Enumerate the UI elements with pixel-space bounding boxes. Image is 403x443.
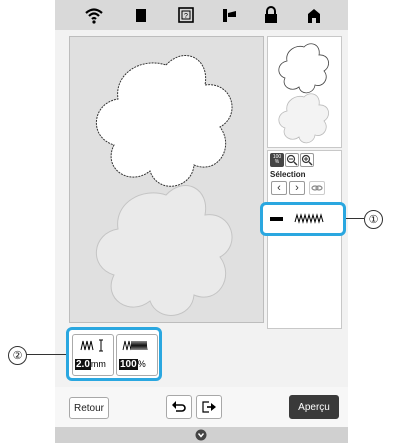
document-icon[interactable]	[130, 5, 152, 25]
export-arrow-icon	[202, 401, 216, 413]
stitch-width-icon	[80, 339, 103, 352]
wifi-icon[interactable]	[83, 5, 105, 25]
stitch-density-icon	[122, 340, 148, 351]
zoom-in-icon	[301, 154, 313, 166]
chevron-right-icon: ›	[295, 182, 299, 194]
stitch-width-button[interactable]: 2.0mm	[72, 334, 114, 376]
zoom-in-button[interactable]	[300, 153, 314, 167]
next-selection-button[interactable]: ›	[289, 181, 305, 195]
stitch-width-unit: mm	[90, 359, 106, 369]
selection-label: Sélection	[270, 170, 306, 179]
help-icon[interactable]: ?	[175, 5, 197, 25]
chevron-left-icon: ‹	[277, 182, 281, 194]
zoom-out-icon	[286, 154, 298, 166]
zoom-out-button[interactable]	[285, 153, 299, 167]
stitch-width-value: 2.0	[75, 359, 91, 370]
callout-2: ②	[8, 346, 27, 365]
stitch-density-value: 100	[119, 359, 138, 370]
back-button[interactable]: Retour	[69, 397, 109, 419]
callout-1: ①	[364, 210, 383, 229]
bottom-nav-bar	[55, 427, 348, 443]
side-panel: 100 % Sélection ‹ ›	[267, 150, 342, 329]
export-button[interactable]	[196, 395, 222, 419]
undo-button[interactable]	[166, 395, 192, 419]
previous-selection-button[interactable]: ‹	[271, 181, 287, 195]
link-button[interactable]	[309, 181, 325, 195]
running-stitch-icon	[270, 217, 283, 221]
zoom-100-button[interactable]: 100 %	[270, 153, 284, 167]
home-icon[interactable]	[303, 5, 325, 25]
lock-icon[interactable]	[260, 5, 282, 25]
collapse-arrow-icon[interactable]	[195, 429, 207, 441]
stitch-density-button[interactable]: 100%	[116, 334, 158, 376]
stitch-density-unit: %	[137, 359, 146, 369]
bottom-action-bar: Retour Aperçu	[55, 387, 348, 427]
flower-shape-faded	[96, 185, 233, 316]
svg-text:?: ?	[184, 13, 188, 20]
stitch-settings-group: 2.0mm 100%	[66, 327, 162, 381]
undo-arrow-icon	[172, 401, 186, 412]
design-canvas[interactable]	[69, 36, 264, 323]
top-toolbar: ?	[55, 0, 348, 30]
chain-link-icon	[311, 185, 323, 191]
callout-line-2	[26, 354, 66, 355]
stitch-type-selector[interactable]	[260, 202, 346, 236]
satin-stitch-icon	[294, 213, 324, 224]
thumbnail-preview	[267, 36, 342, 148]
flower-shape-outline	[96, 55, 233, 187]
callout-line-1	[346, 218, 364, 219]
preview-button[interactable]: Aperçu	[289, 395, 339, 419]
thread-icon[interactable]	[218, 5, 240, 25]
